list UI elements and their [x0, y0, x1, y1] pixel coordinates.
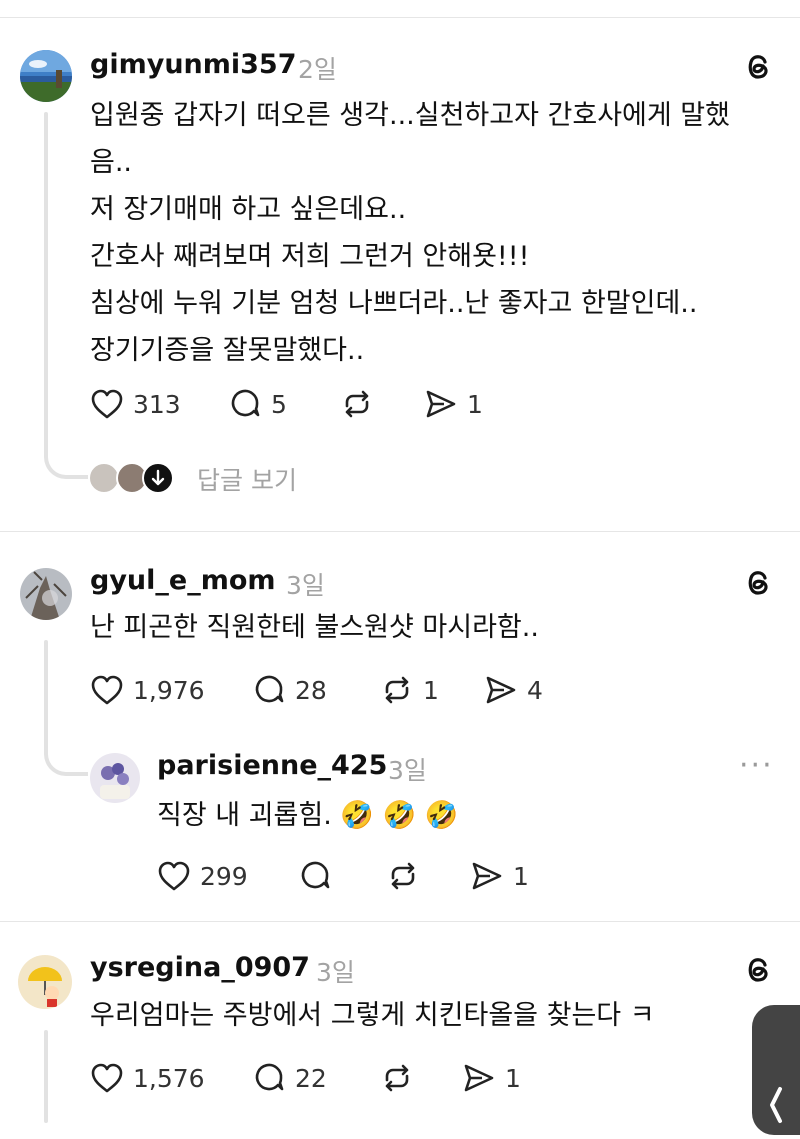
more-options-icon[interactable]: ···	[739, 748, 774, 783]
repost-icon	[391, 862, 415, 890]
text-line: 침상에 누워 기분 엄청 나쁘더라..난 좋자고 한말인데..	[90, 288, 698, 319]
repost-button[interactable]	[340, 388, 374, 420]
timestamp: 2일	[298, 55, 337, 84]
share-button[interactable]: 4	[484, 674, 543, 706]
username[interactable]: ysregina_0907	[90, 952, 310, 983]
text-line: 저 장기매매 하고 싶은데요..	[90, 194, 407, 225]
comment-count: 28	[295, 675, 327, 705]
share-button[interactable]: 1	[470, 860, 529, 892]
thread-connector	[44, 730, 88, 776]
avatar[interactable]	[20, 568, 72, 620]
comment-button[interactable]: 5	[230, 388, 287, 420]
repost-count: 1	[423, 675, 439, 705]
comment-count: 5	[271, 389, 287, 419]
emoji: 🤣	[424, 800, 459, 831]
avatar[interactable]	[90, 753, 140, 803]
repost-icon	[385, 676, 409, 704]
timestamp: 3일	[286, 571, 325, 600]
like-count: 1,576	[133, 1063, 205, 1093]
text-line: 입원중 갑자기 떠오른 생각...실천하고자 간호사에게 말했	[90, 100, 730, 131]
post-text: 난 피곤한 직원한테 불스원샷 마시라함..	[90, 604, 539, 651]
timestamp: 3일	[388, 756, 427, 785]
emoji: 🤣	[382, 800, 417, 831]
post-text: 우리엄마는 주방에서 그렇게 치킨타올을 찾는다 ㅋ	[90, 992, 655, 1039]
share-button[interactable]: 1	[424, 388, 483, 420]
share-count: 1	[513, 861, 529, 891]
share-button[interactable]: 1	[462, 1062, 521, 1094]
username[interactable]: parisienne_425	[157, 750, 387, 781]
threads-logo-icon[interactable]	[741, 49, 775, 83]
like-button[interactable]: 313	[90, 388, 181, 420]
emoji: 🤣	[340, 800, 375, 831]
thread-line	[44, 640, 48, 740]
like-count: 299	[200, 861, 248, 891]
thread-connector	[44, 445, 88, 479]
thread-line	[44, 112, 48, 452]
like-count: 1,976	[133, 675, 205, 705]
username[interactable]: gimyunmi357	[90, 49, 297, 80]
text-line: 난 피곤한 직원한테 불스원샷 마시라함..	[90, 612, 539, 643]
like-count: 313	[133, 389, 181, 419]
repost-button[interactable]	[386, 860, 420, 892]
text-line: 장기기증을 잘못말했다..	[90, 335, 365, 366]
view-replies-link[interactable]: 답글 보기	[197, 461, 297, 497]
expand-replies-icon[interactable]	[142, 462, 174, 494]
chevron-left-icon	[770, 1087, 782, 1123]
send-icon	[464, 1064, 494, 1092]
username[interactable]: gyul_e_mom	[90, 565, 276, 596]
threads-logo-icon[interactable]	[741, 952, 775, 986]
send-icon	[486, 676, 516, 704]
share-count: 4	[527, 675, 543, 705]
text-line: 직장 내 괴롭힘.	[157, 800, 332, 831]
comment-button[interactable]	[300, 860, 332, 892]
comment-bubble-icon	[255, 1063, 284, 1091]
like-button[interactable]: 1,576	[90, 1062, 205, 1094]
timestamp: 3일	[316, 958, 355, 987]
like-button[interactable]: 299	[157, 860, 248, 892]
threads-logo-icon[interactable]	[741, 565, 775, 599]
text-line: 간호사 째려보며 저희 그런거 안해욧!!!	[90, 241, 530, 272]
text-line: 음..	[90, 147, 133, 178]
send-icon	[472, 862, 502, 890]
comment-bubble-icon	[231, 389, 260, 417]
repost-icon	[345, 390, 369, 418]
post-text: 직장 내 괴롭힘. 🤣 🤣 🤣	[157, 792, 458, 839]
comment-bubble-icon	[301, 861, 330, 889]
avatar[interactable]	[20, 50, 72, 102]
heart-icon	[158, 861, 190, 891]
repost-button[interactable]	[380, 1062, 414, 1094]
comment-bubble-icon	[255, 675, 284, 703]
text-line: 우리엄마는 주방에서 그렇게 치킨타올을 찾는다 ㅋ	[90, 1000, 655, 1031]
comment-count: 22	[295, 1063, 327, 1093]
send-icon	[426, 390, 456, 418]
heart-icon	[91, 675, 123, 705]
avatar[interactable]	[18, 955, 72, 1009]
comment-button[interactable]: 22	[254, 1062, 327, 1094]
thread-line	[44, 1030, 48, 1123]
post-divider	[0, 921, 800, 922]
repost-icon	[385, 1064, 409, 1092]
comment-button[interactable]: 28	[254, 674, 327, 706]
like-button[interactable]: 1,976	[90, 674, 205, 706]
share-count: 1	[467, 389, 483, 419]
top-divider	[0, 17, 800, 18]
post-divider	[0, 531, 800, 532]
heart-icon	[91, 1063, 123, 1093]
repost-button[interactable]: 1	[380, 674, 439, 706]
side-overlay-button[interactable]	[752, 1005, 800, 1135]
post-text: 입원중 갑자기 떠오른 생각...실천하고자 간호사에게 말했 음.. 저 장기…	[90, 92, 730, 374]
heart-icon	[91, 389, 123, 419]
share-count: 1	[505, 1063, 521, 1093]
